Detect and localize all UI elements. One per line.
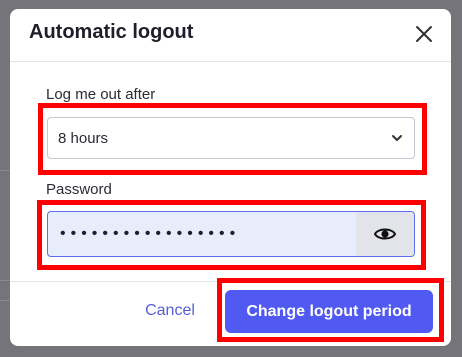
cancel-button[interactable]: Cancel	[132, 295, 208, 327]
eye-icon	[374, 228, 396, 240]
password-field[interactable]: •••••••••••••••••	[47, 211, 415, 257]
close-icon	[416, 26, 432, 42]
automatic-logout-dialog: Automatic logout Log me out after 8 hour…	[10, 9, 451, 346]
dialog-header: Automatic logout	[10, 9, 451, 61]
logout-period-value: 8 hours	[58, 130, 109, 147]
footer-divider	[10, 281, 451, 282]
chevron-down-icon	[390, 131, 404, 145]
dialog-title: Automatic logout	[29, 21, 194, 43]
logout-period-label: Log me out after	[46, 86, 156, 103]
show-password-button[interactable]	[356, 212, 414, 256]
password-input[interactable]: •••••••••••••••••	[48, 212, 356, 256]
logout-period-select[interactable]: 8 hours	[47, 117, 415, 159]
password-label: Password	[46, 181, 112, 198]
change-logout-period-button[interactable]: Change logout period	[225, 290, 433, 333]
close-button[interactable]	[413, 23, 435, 45]
header-divider	[10, 61, 451, 62]
